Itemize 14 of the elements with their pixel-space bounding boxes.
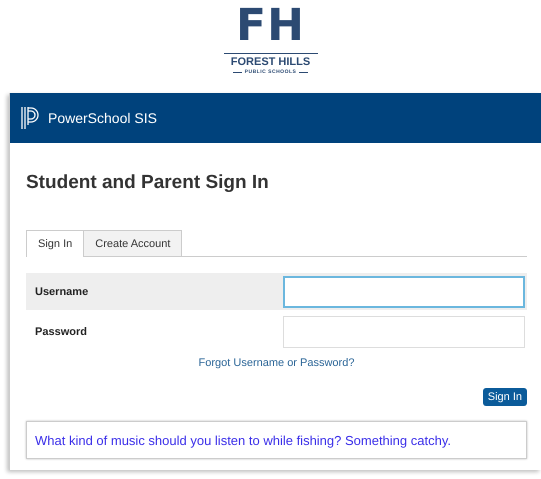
- logo-initials: FH: [236, 2, 305, 50]
- app-title: PowerSchool SIS: [48, 110, 157, 126]
- logo-icon: [20, 106, 40, 130]
- sign-in-button[interactable]: Sign In: [482, 388, 527, 406]
- page-title: Student and Parent Sign In: [26, 171, 270, 195]
- input-field[interactable]: [283, 316, 525, 348]
- tab[interactable]: Sign In: [26, 230, 84, 257]
- message-text: What kind of music should you listen to while fishing? Something catchy.: [35, 432, 451, 448]
- forgot-link[interactable]: Forgot Username or Password?: [26, 357, 527, 369]
- input-field[interactable]: [283, 276, 525, 308]
- logo-name: FOREST HILLS: [230, 56, 310, 68]
- field-label: Password: [34, 326, 88, 338]
- field-label: Username: [34, 286, 90, 298]
- tab[interactable]: Create Account: [83, 230, 182, 256]
